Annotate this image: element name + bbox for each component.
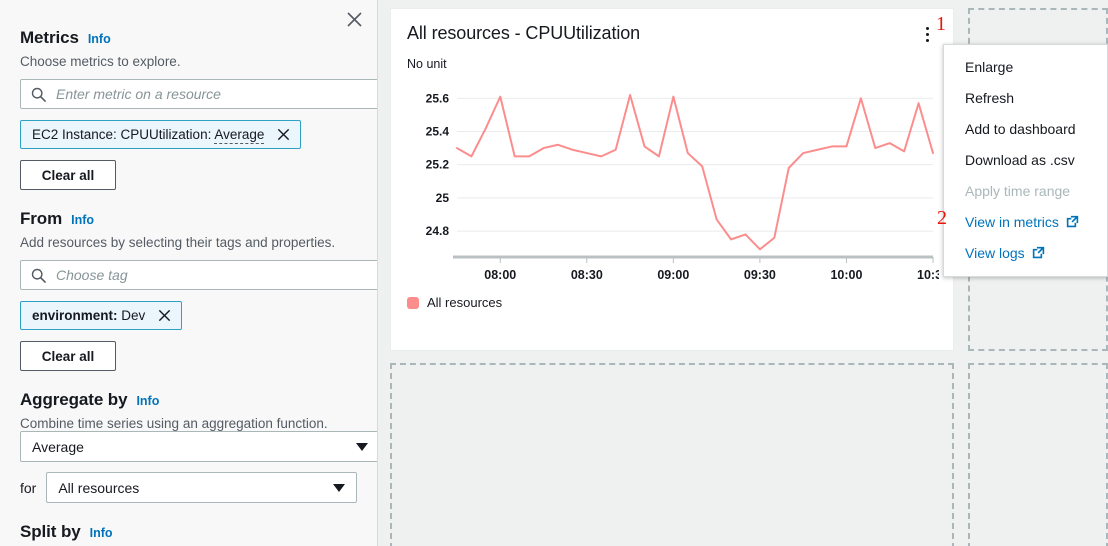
from-info-link[interactable]: Info (71, 213, 94, 227)
chart-legend[interactable]: All resources (407, 295, 937, 310)
metric-chip-stat: Average (214, 127, 265, 144)
y-axis-tick-label: 25.2 (426, 158, 450, 172)
aggregate-resources-value: All resources (58, 479, 140, 496)
widget-row-bottom (390, 351, 1108, 546)
menu-item-refresh[interactable]: Refresh (944, 82, 1107, 113)
external-link-icon (1066, 215, 1079, 228)
metrics-title: Metrics (20, 28, 79, 47)
tag-search-placeholder: Choose tag (56, 267, 128, 283)
aggregate-description: Combine time series using an aggregation… (20, 416, 328, 431)
tag-search-input[interactable]: Choose tag (20, 260, 377, 290)
x-axis-tick-label: 09:30 (744, 268, 776, 282)
legend-swatch-all-resources (407, 296, 419, 309)
y-axis-tick-label: 24.8 (426, 224, 450, 238)
aggregate-title: Aggregate by (20, 390, 128, 409)
x-axis-tick-label: 08:00 (484, 268, 516, 282)
explorer-sidebar: Metrics Info Choose metrics to explore. … (0, 0, 378, 546)
menu-item-view-in-metrics[interactable]: View in metrics (944, 206, 1107, 237)
chart-svg: 24.8 25 25.2 25.4 25.6 08:00 08:30 09:00 09:30 10… (426, 91, 939, 282)
aggregate-info-link[interactable]: Info (136, 394, 159, 408)
aggregate-for-label: for (20, 479, 37, 496)
from-title: From (20, 209, 63, 228)
menu-item-label: Enlarge (965, 58, 1014, 75)
aggregate-function-select[interactable]: Average (20, 431, 377, 462)
from-clear-all-button[interactable]: Clear all (20, 341, 116, 371)
split-title: Split by (20, 522, 81, 541)
aggregate-section-header: Aggregate by Info (20, 390, 357, 410)
menu-item-label: View in metrics (965, 213, 1059, 230)
split-section-header: Split by Info (20, 522, 357, 542)
x-axis-tick-label: 08:30 (571, 268, 603, 282)
chart-unit-label: No unit (407, 57, 447, 71)
metric-search-placeholder: Enter metric on a resource (56, 86, 221, 102)
menu-item-label: Download as .csv (965, 151, 1075, 168)
menu-item-add-to-dashboard[interactable]: Add to dashboard (944, 113, 1107, 144)
metric-chip[interactable]: EC2 Instance: CPUUtilization: Average (20, 120, 302, 149)
close-icon (278, 128, 290, 141)
cloudwatch-metrics-explorer: Metrics Info Choose metrics to explore. … (0, 0, 1108, 546)
metrics-clear-all-button[interactable]: Clear all (20, 160, 116, 190)
cpu-utilization-chart-card: All resources - CPUUtilization No unit 2… (390, 8, 954, 351)
chart-plot[interactable]: 24.8 25 25.2 25.4 25.6 08:00 08:30 09:00 09:30 10… (407, 73, 939, 288)
chevron-down-icon (333, 483, 345, 492)
aggregate-resources-select[interactable]: All resources (46, 472, 357, 503)
metric-chip-remove-button[interactable] (276, 127, 291, 142)
x-axis-tick-label: 09:00 (657, 268, 689, 282)
tag-chip[interactable]: environment: Dev (20, 301, 183, 330)
annotation-marker-2: 2 (937, 207, 947, 229)
close-panel-button[interactable] (341, 6, 367, 32)
from-section-header: From Info (20, 209, 357, 229)
external-link-icon (1032, 246, 1045, 259)
x-axis-tick-label: 10:30 (917, 268, 939, 282)
menu-item-apply-time-range: Apply time range (944, 175, 1107, 206)
series-line-all-resources (456, 93, 934, 251)
menu-item-label: View logs (965, 244, 1025, 261)
kebab-menu-icon[interactable] (917, 23, 937, 45)
menu-item-view-logs[interactable]: View logs (944, 237, 1107, 268)
metric-chip-label: EC2 Instance: CPUUtilization: Average (32, 127, 265, 144)
menu-item-label: Add to dashboard (965, 120, 1076, 137)
y-axis-tick-label: 25.4 (426, 124, 450, 138)
chart-header: All resources - CPUUtilization (407, 23, 937, 45)
close-icon (346, 11, 362, 27)
y-axis-tick-label: 25.6 (426, 91, 450, 105)
menu-item-label: Refresh (965, 89, 1015, 106)
split-info-link[interactable]: Info (90, 526, 113, 540)
metrics-section-header: Metrics Info (20, 28, 357, 48)
x-axis-tick-label: 10:00 (830, 268, 862, 282)
tag-chip-label: environment: Dev (32, 308, 146, 323)
aggregate-function-value: Average (32, 438, 84, 455)
menu-item-download-as-csv[interactable]: Download as .csv (944, 144, 1107, 175)
annotation-marker-1: 1 (936, 13, 946, 35)
chevron-down-icon (356, 442, 368, 451)
y-axis-tick-label: 25 (436, 191, 450, 205)
close-icon (159, 309, 171, 322)
metrics-info-link[interactable]: Info (88, 32, 111, 46)
menu-item-enlarge[interactable]: Enlarge (944, 51, 1107, 82)
search-icon (31, 87, 46, 102)
widget-placeholder-bottom-left (390, 363, 954, 546)
legend-label-all-resources: All resources (427, 295, 503, 310)
aggregate-for-row: for All resources (20, 472, 357, 503)
menu-item-label: Apply time range (965, 182, 1071, 199)
tag-chip-remove-button[interactable] (157, 308, 172, 323)
metric-search-input[interactable]: Enter metric on a resource (20, 79, 377, 109)
from-description: Add resources by selecting their tags an… (20, 235, 336, 250)
metrics-description: Choose metrics to explore. (20, 54, 181, 69)
chart-actions-menu[interactable]: Enlarge Refresh Add to dashboard Download a… (943, 44, 1108, 277)
widget-placeholder-bottom-right (968, 363, 1108, 546)
search-icon (31, 268, 46, 283)
chart-title: All resources - CPUUtilization (407, 23, 641, 43)
